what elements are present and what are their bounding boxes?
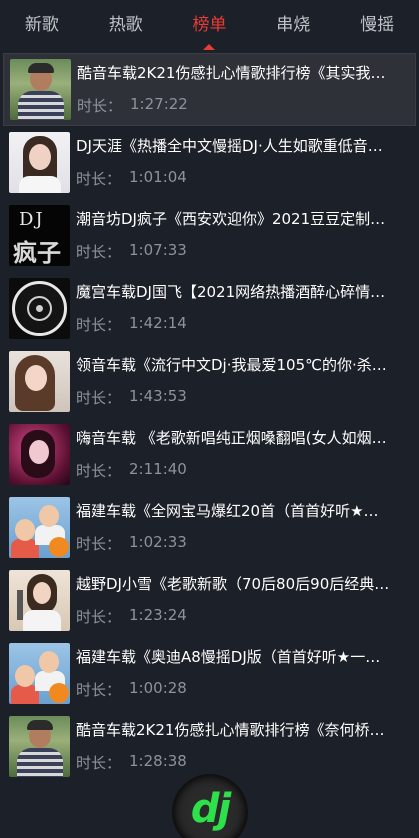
song-list: 酷音车载2K21伤感扎心情歌排行榜《其实我… 时长： 1:27:22 DJ天涯《热… <box>0 53 419 783</box>
song-duration: 1:01:04 <box>129 168 187 186</box>
song-row[interactable]: 越野DJ小雪《老歌新歌（70后80后90后经典… 时长： 1:23:24 <box>0 564 419 637</box>
song-title: 潮音坊DJ疯子《西安欢迎你》2021豆豆定制… <box>76 210 386 228</box>
duration-label: 时长： <box>76 754 122 772</box>
song-thumbnail <box>9 132 70 193</box>
song-row[interactable]: 领音车载《流行中文Dj·我最爱105℃的你·杀… 时长： 1:43:53 <box>0 345 419 418</box>
tab-bar: 新歌 热歌 榜单 串烧 慢摇 <box>0 0 419 50</box>
song-duration: 1:07:33 <box>129 241 187 259</box>
tab-medley[interactable]: 串烧 <box>251 0 335 50</box>
song-duration: 1:02:33 <box>129 533 187 551</box>
song-thumbnail <box>9 643 70 704</box>
tab-charts[interactable]: 榜单 <box>168 0 252 50</box>
song-title: 越野DJ小雪《老歌新歌（70后80后90后经典… <box>76 575 390 593</box>
song-duration: 1:00:28 <box>129 679 187 697</box>
song-duration: 1:23:24 <box>129 606 187 624</box>
tab-slow-shake[interactable]: 慢摇 <box>335 0 419 50</box>
song-row[interactable]: DJ天涯《热播全中文慢摇DJ·人生如歌重低音… 时长： 1:01:04 <box>0 126 419 199</box>
duration-label: 时长： <box>76 389 122 407</box>
song-duration: 1:42:14 <box>129 314 187 332</box>
song-row[interactable]: 福建车载《奥迪A8慢摇DJ版（首首好听★一… 时长： 1:00:28 <box>0 637 419 710</box>
duration-label: 时长： <box>76 535 122 553</box>
song-row[interactable]: 酷音车载2K21伤感扎心情歌排行榜《奈何桥… 时长： 1:28:38 <box>0 710 419 783</box>
dj-player-button[interactable]: dj <box>174 776 246 838</box>
duration-label: 时长： <box>76 316 122 334</box>
duration-label: 时长： <box>76 681 122 699</box>
song-thumbnail <box>9 570 70 631</box>
song-duration: 1:27:22 <box>130 95 188 113</box>
song-row[interactable]: 酷音车载2K21伤感扎心情歌排行榜《其实我… 时长： 1:27:22 <box>3 53 416 126</box>
song-row[interactable]: 嗨音车载 《老歌新唱纯正烟嗓翻唱(女人如烟… 时长： 2:11:40 <box>0 418 419 491</box>
song-row[interactable]: 福建车载《全网宝马爆红20首（首首好听★… 时长： 1:02:33 <box>0 491 419 564</box>
song-title: DJ天涯《热播全中文慢摇DJ·人生如歌重低音… <box>76 137 383 155</box>
song-duration: 2:11:40 <box>129 460 187 478</box>
song-duration: 1:28:38 <box>129 752 187 770</box>
duration-label: 时长： <box>77 97 123 115</box>
tab-hot-songs[interactable]: 热歌 <box>84 0 168 50</box>
song-title: 魔宫车载DJ国飞【2021网络热播酒醉心碎情… <box>76 283 386 301</box>
song-title: 嗨音车载 《老歌新唱纯正烟嗓翻唱(女人如烟… <box>76 429 387 447</box>
song-duration: 1:43:53 <box>129 387 187 405</box>
song-row[interactable]: 魔宫车载DJ国飞【2021网络热播酒醉心碎情… 时长： 1:42:14 <box>0 272 419 345</box>
song-thumbnail <box>9 278 70 339</box>
song-title: 酷音车载2K21伤感扎心情歌排行榜《其实我… <box>77 64 386 82</box>
song-thumbnail <box>9 716 70 777</box>
song-thumbnail: DJ 疯子 <box>9 205 70 266</box>
dj-logo-icon: dj <box>190 786 231 832</box>
song-title: 领音车载《流行中文Dj·我最爱105℃的你·杀… <box>76 356 387 374</box>
song-thumbnail <box>10 59 71 120</box>
song-title: 福建车载《奥迪A8慢摇DJ版（首首好听★一… <box>76 648 381 666</box>
duration-label: 时长： <box>76 243 122 261</box>
song-title: 福建车载《全网宝马爆红20首（首首好听★… <box>76 502 379 520</box>
song-title: 酷音车载2K21伤感扎心情歌排行榜《奈何桥… <box>76 721 385 739</box>
song-thumbnail <box>9 497 70 558</box>
tab-new-songs[interactable]: 新歌 <box>0 0 84 50</box>
song-row[interactable]: DJ 疯子 潮音坊DJ疯子《西安欢迎你》2021豆豆定制… 时长： 1:07:33 <box>0 199 419 272</box>
song-thumbnail <box>9 351 70 412</box>
song-thumbnail <box>9 424 70 485</box>
duration-label: 时长： <box>76 608 122 626</box>
duration-label: 时长： <box>76 462 122 480</box>
duration-label: 时长： <box>76 170 122 188</box>
